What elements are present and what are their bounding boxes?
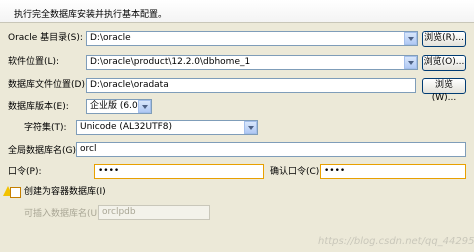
character-set-dropdown-arrow[interactable] [244,121,257,134]
confirm-password-value: •••• [324,166,346,176]
chevron-down-icon [407,60,414,65]
global-database-name-input[interactable]: orcl [76,142,466,157]
intro-text: 执行完全数据库安装并执行基本配置。 [14,10,168,20]
oracle-base-label: Oracle 基目录(S): [8,33,83,43]
database-file-location-input[interactable]: D:\oracle\oradata [86,78,416,93]
character-set-value: Unicode (AL32UTF8) [80,122,172,132]
confirm-password-input[interactable]: •••• [320,164,466,179]
chevron-down-icon [141,104,148,109]
watermark-text: https://blog.csdn.net/qq_44295122 [318,236,474,247]
software-location-combo[interactable]: D:\oracle\product\12.2.0\dbhome_1 [86,55,418,70]
software-location-dropdown-arrow[interactable] [404,56,417,69]
pluggable-database-name-value: orclpdb [102,207,136,217]
database-edition-dropdown-arrow[interactable] [138,100,151,113]
header-divider [0,22,474,23]
software-location-label: 软件位置(L): [8,57,60,67]
database-file-location-label: 数据库文件位置(D): [8,80,88,90]
password-value: •••• [98,166,120,176]
software-location-value: D:\oracle\product\12.2.0\dbhome_1 [90,57,251,67]
database-file-location-value: D:\oracle\oradata [90,80,169,90]
password-label: 口令(P): [8,167,42,177]
confirm-password-label: 确认口令(C): [270,167,323,177]
character-set-select[interactable]: Unicode (AL32UTF8) [76,120,258,135]
pluggable-database-name-label: 可插入数据库名(U): [24,209,104,219]
database-file-location-browse-button[interactable]: 浏览(W)... [422,78,466,103]
oracle-base-browse-button[interactable]: 浏览(R)... [422,31,466,47]
container-database-checkbox[interactable] [10,187,21,198]
pluggable-database-name-input: orclpdb [98,205,210,220]
oracle-base-dropdown-arrow[interactable] [404,32,417,45]
software-location-browse-button[interactable]: 浏览(O)... [422,55,466,71]
oracle-base-value: D:\oracle [90,33,131,43]
oracle-base-combo[interactable]: D:\oracle [86,31,418,46]
global-database-name-label: 全局数据库名(G): [8,146,80,156]
character-set-label: 字符集(T): [24,123,67,133]
database-edition-label: 数据库版本(E): [8,102,69,112]
chevron-down-icon [247,125,254,130]
global-database-name-value: orcl [80,144,97,154]
chevron-down-icon [407,36,414,41]
password-input[interactable]: •••• [94,164,264,179]
container-database-label: 创建为容器数据库(I) [24,187,106,197]
